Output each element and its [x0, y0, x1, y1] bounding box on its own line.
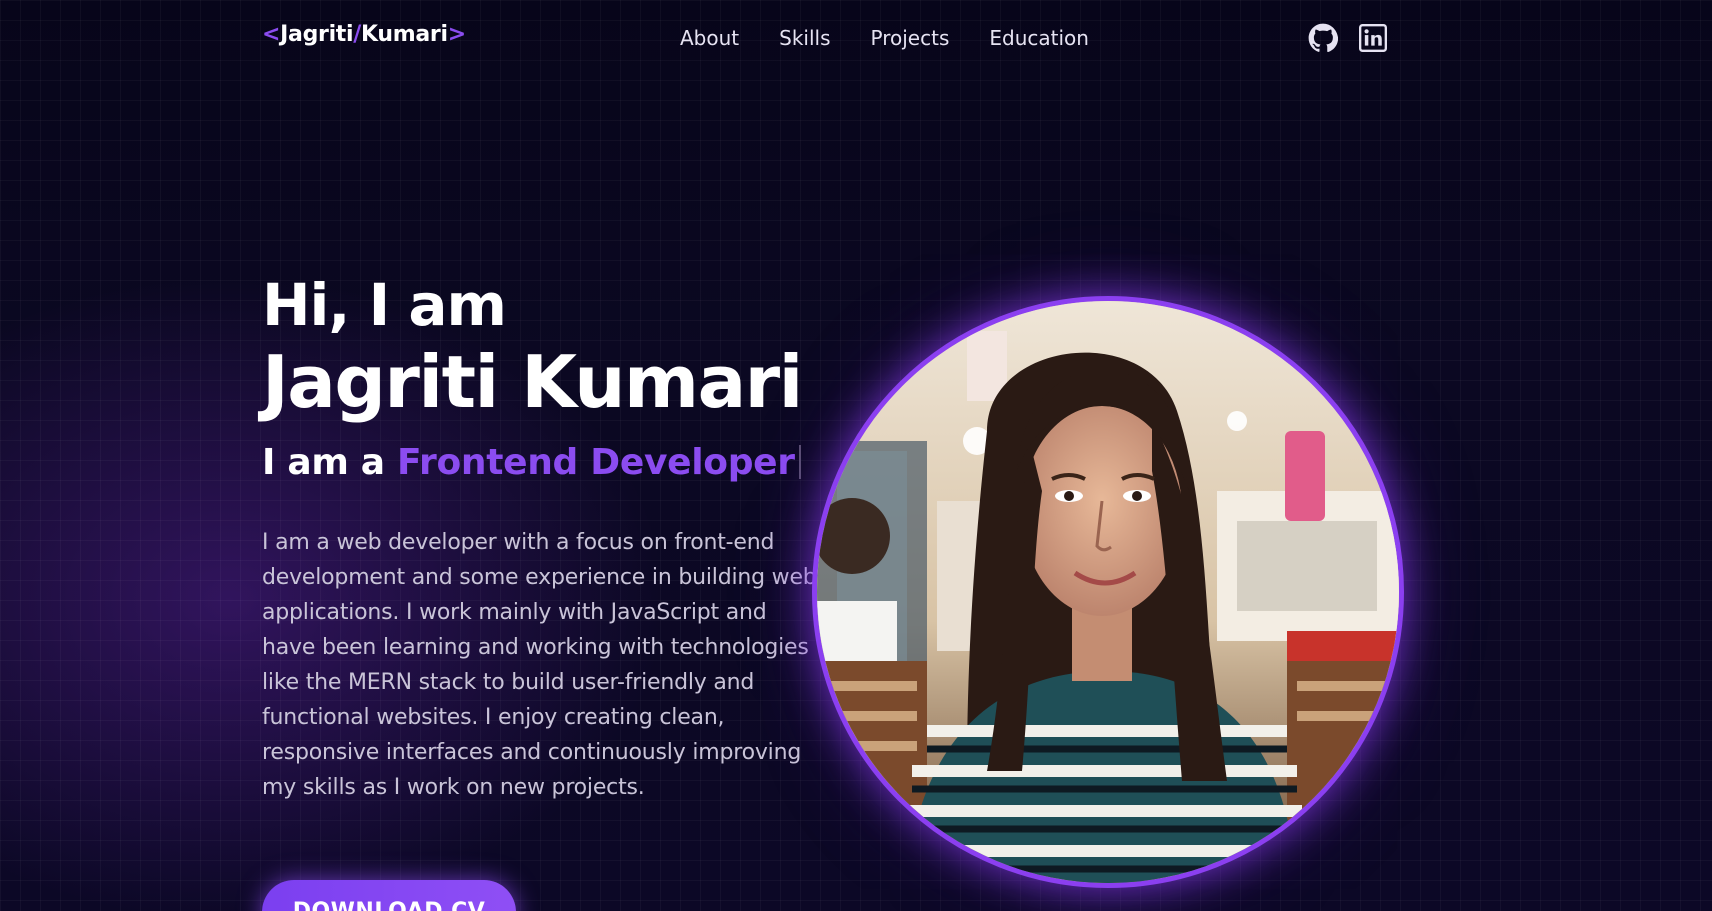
logo-open-bracket: < — [262, 22, 281, 47]
site-logo[interactable]: <Jagriti/Kumari> — [262, 22, 466, 47]
hero-description: I am a web developer with a focus on fro… — [262, 530, 817, 800]
role-prefix: I am a — [262, 442, 397, 483]
role-title: Frontend Developer — [397, 442, 795, 483]
nav-links: About Skills Projects Education — [680, 26, 1129, 50]
nav-link-about[interactable]: About — [680, 26, 739, 50]
profile-photo — [812, 296, 1404, 888]
logo-last-name: Kumari — [361, 22, 448, 47]
hero-greeting: Hi, I am — [262, 271, 507, 339]
hero-name: Jagriti Kumari — [262, 340, 803, 424]
top-nav: <Jagriti/Kumari> About Skills Projects E… — [0, 0, 1712, 78]
portfolio-page: <Jagriti/Kumari> About Skills Projects E… — [0, 0, 1712, 911]
download-cv-button[interactable]: DOWNLOAD CV — [262, 880, 516, 911]
typing-cursor — [798, 445, 801, 479]
hero-role: I am a Frontend Developer — [262, 440, 801, 486]
github-icon[interactable] — [1308, 23, 1339, 53]
linkedin-icon[interactable] — [1359, 24, 1389, 54]
profile-photo-illustration — [817, 301, 1399, 883]
nav-link-projects[interactable]: Projects — [871, 26, 950, 50]
nav-link-skills[interactable]: Skills — [779, 26, 830, 50]
logo-slash: / — [353, 22, 362, 47]
logo-close-bracket: > — [447, 22, 466, 47]
nav-link-education[interactable]: Education — [989, 26, 1089, 50]
logo-first-name: Jagriti — [280, 22, 354, 47]
